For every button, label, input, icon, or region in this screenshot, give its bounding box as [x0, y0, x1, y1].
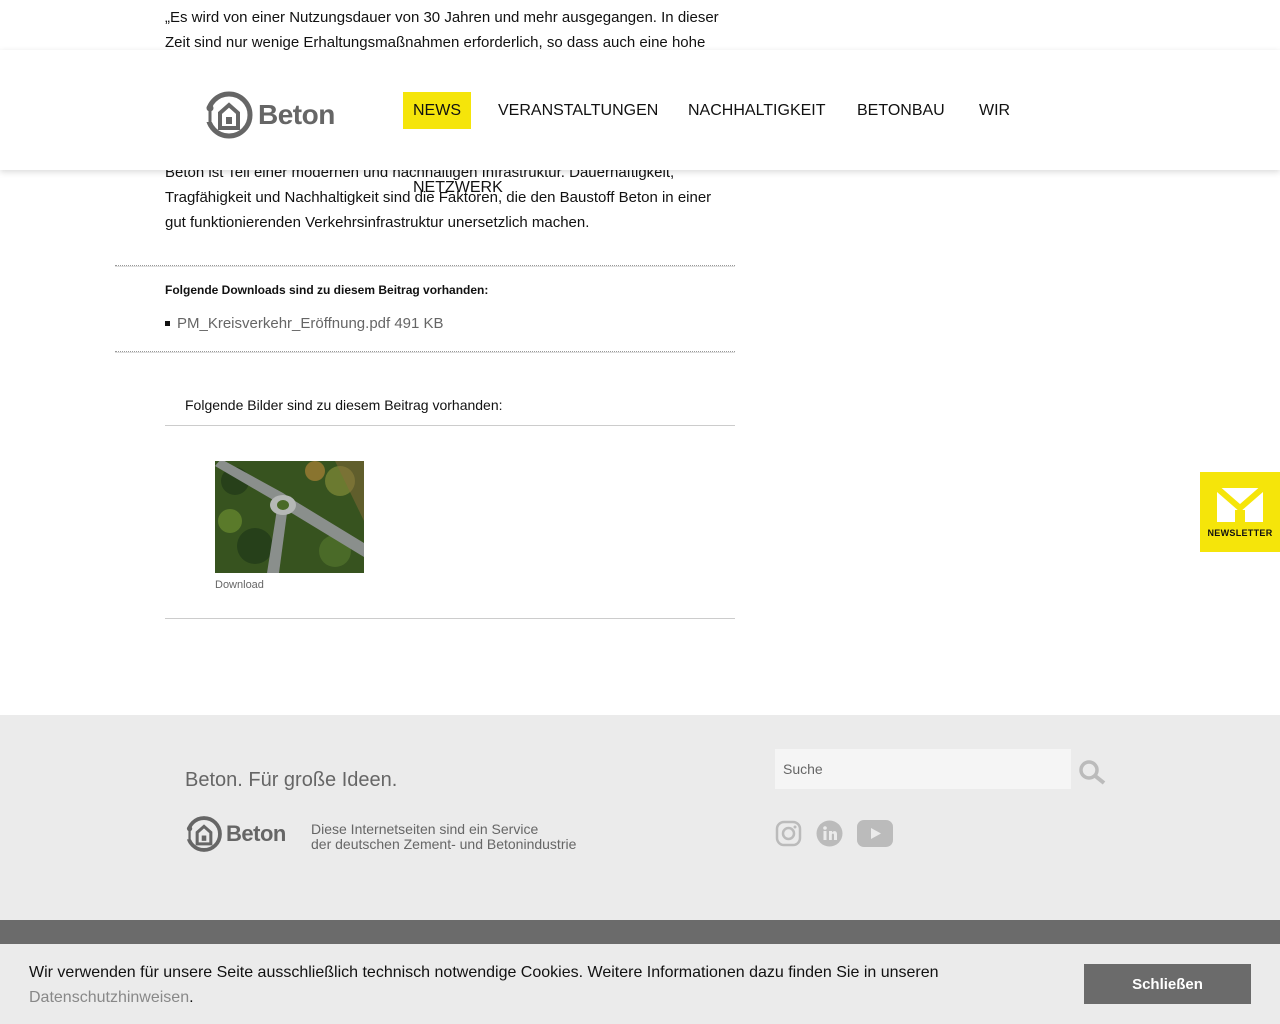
nav-nachhaltigkeit[interactable]: NACHHALTIGKEIT — [678, 92, 836, 129]
article-line: gut funktionierenden Verkehrsinfrastrukt… — [165, 214, 590, 231]
site-footer: Beton. Für große Ideen. Beton Diese Inte… — [0, 715, 1280, 920]
nav-veranstaltungen[interactable]: VERANSTALTUNGEN — [488, 92, 668, 129]
privacy-link[interactable]: Datenschutzhinweisen — [29, 989, 189, 1006]
site-logo[interactable]: Beton — [204, 90, 335, 140]
footer-slogan: Beton. Für große Ideen. — [185, 769, 398, 791]
house-logo-icon — [204, 91, 253, 139]
youtube-icon[interactable] — [857, 820, 893, 847]
download-item[interactable]: PM_Kreisverkehr_Eröffnung.pdf 491 KB — [165, 315, 444, 332]
nav-news[interactable]: NEWS — [403, 92, 471, 129]
footer-info-line: der deutschen Zement- und Betonindustrie — [311, 836, 577, 852]
linkedin-icon[interactable] — [816, 820, 843, 847]
footer-logo-text: Beton — [226, 821, 286, 846]
newsletter-label: NEWSLETTER — [1207, 528, 1273, 538]
newsletter-button[interactable]: NEWSLETTER — [1200, 472, 1280, 552]
cookie-suffix: . — [189, 989, 194, 1006]
divider — [165, 425, 735, 426]
bullet-icon — [165, 321, 170, 326]
footer-info-line: Diese Internetseiten sind ein Service — [311, 821, 539, 837]
nav-netzwerk[interactable]: NETZWERK — [403, 169, 513, 206]
cookie-banner: Wir verwenden für unsere Seite ausschlie… — [0, 944, 1280, 1024]
footer-logo[interactable]: Beton — [185, 815, 286, 853]
cookie-text: Wir verwenden für unsere Seite ausschlie… — [29, 960, 1059, 1010]
article-text-top: „Es wird von einer Nutzungsdauer von 30 … — [165, 5, 735, 55]
nav-wir[interactable]: WIR — [969, 92, 1020, 129]
cookie-message: Wir verwenden für unsere Seite ausschlie… — [29, 964, 939, 981]
footer-info: Diese Internetseiten sind ein Service de… — [311, 822, 576, 852]
instagram-icon[interactable] — [775, 820, 802, 847]
download-filename[interactable]: PM_Kreisverkehr_Eröffnung.pdf — [177, 315, 390, 332]
download-size: 491 KB — [394, 315, 444, 332]
footer-bar — [0, 920, 1280, 944]
divider — [115, 351, 735, 353]
images-heading: Folgende Bilder sind zu diesem Beitrag v… — [185, 397, 503, 413]
divider — [115, 265, 735, 267]
nav-betonbau[interactable]: BETONBAU — [847, 92, 955, 129]
roundabout-aerial-image[interactable] — [215, 461, 364, 573]
divider — [165, 618, 735, 619]
close-cookie-button[interactable]: Schließen — [1084, 964, 1251, 1004]
envelope-icon — [1217, 488, 1263, 522]
search-icon[interactable] — [1078, 759, 1108, 785]
house-logo-icon — [185, 816, 222, 852]
image-download-link[interactable]: Download — [215, 579, 264, 591]
article-quote-line: „Es wird von einer Nutzungsdauer von 30 … — [165, 9, 719, 26]
logo-text: Beton — [258, 99, 335, 130]
downloads-heading: Folgende Downloads sind zu diesem Beitra… — [165, 283, 489, 297]
site-header: Beton NEWS VERANSTALTUNGEN NACHHALTIGKEI… — [0, 50, 1280, 196]
search-input[interactable] — [775, 749, 1071, 789]
